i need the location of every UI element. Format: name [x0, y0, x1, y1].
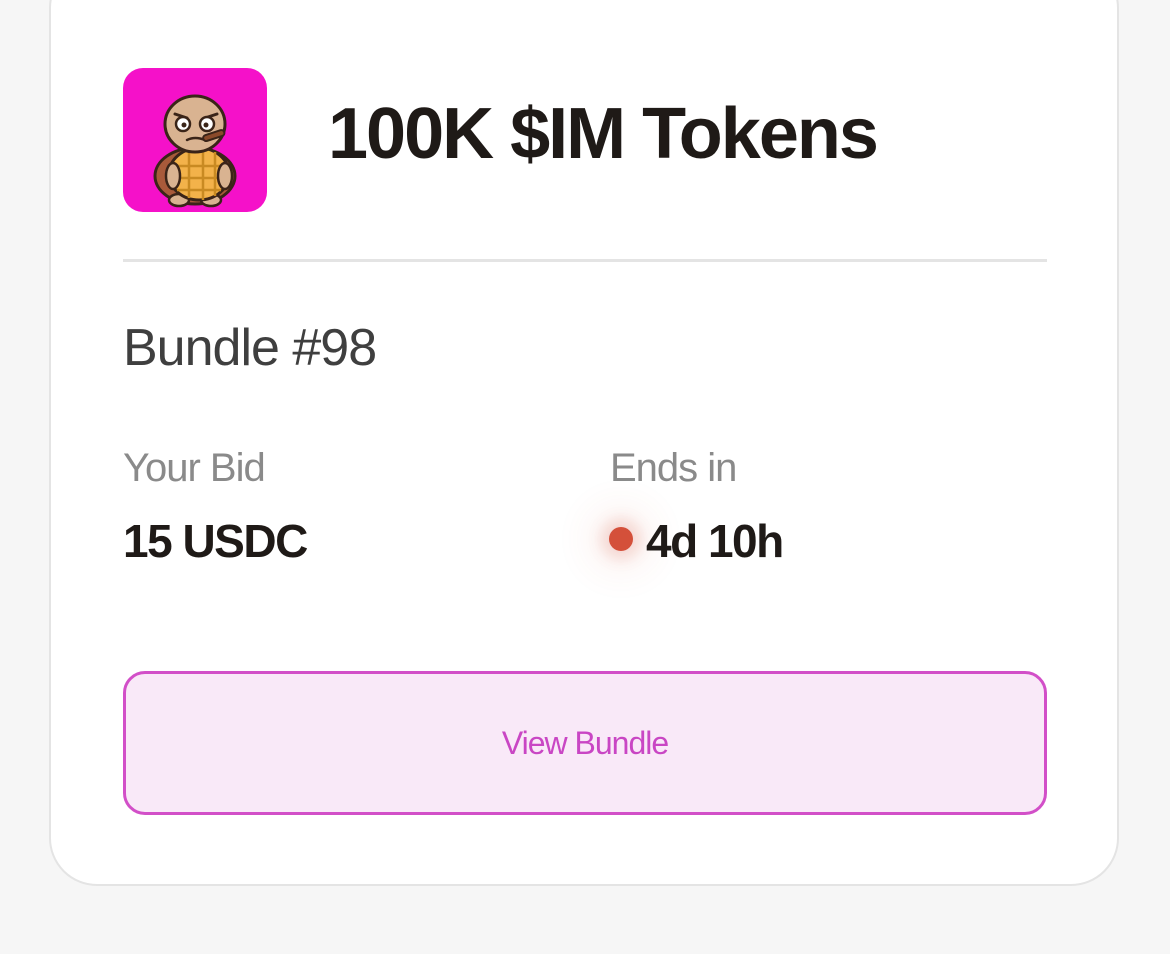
bundle-name: Bundle #98: [123, 319, 377, 377]
ends-in-value: 4d 10h: [646, 515, 784, 567]
ends-in-label: Ends in: [610, 446, 737, 490]
token-image: [123, 68, 267, 212]
your-bid-label: Your Bid: [123, 446, 266, 490]
live-status-dot-icon: [609, 527, 633, 551]
turtle-mascot-icon: [153, 94, 237, 208]
your-bid-value: 15 USDC: [123, 515, 308, 567]
token-title: 100K $IM Tokens: [328, 94, 879, 174]
view-bundle-button[interactable]: View Bundle: [123, 671, 1047, 815]
divider: [123, 259, 1047, 262]
